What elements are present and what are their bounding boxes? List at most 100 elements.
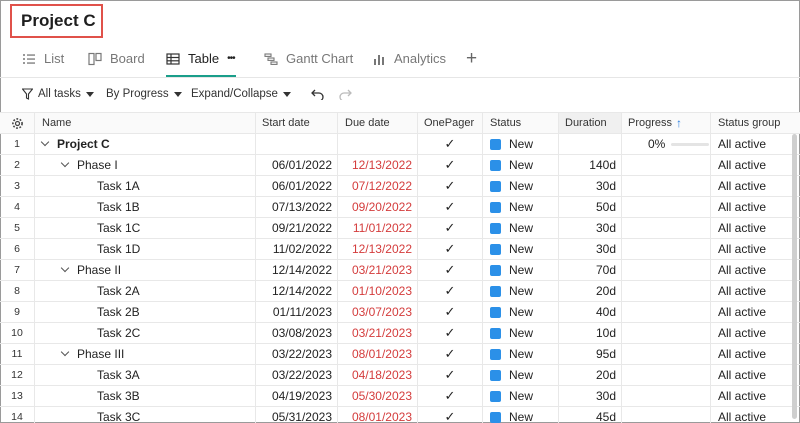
start-date-cell[interactable]: 03/22/2023 [256, 365, 338, 385]
task-name-cell[interactable]: Phase II [35, 260, 256, 280]
status-cell[interactable]: New [483, 407, 559, 423]
duration-cell[interactable]: 20d [559, 281, 622, 301]
tab-table-more-icon[interactable]: ••• [227, 53, 235, 64]
duration-cell[interactable]: 95d [559, 344, 622, 364]
progress-cell[interactable] [622, 239, 711, 259]
duration-cell[interactable]: 10d [559, 323, 622, 343]
task-name-cell[interactable]: Task 1A [35, 176, 256, 196]
column-header-onepager[interactable]: OnePager [418, 113, 483, 133]
due-date-cell[interactable]: 09/20/2022 [338, 197, 418, 217]
undo-button[interactable] [311, 88, 325, 100]
due-date-cell[interactable]: 05/30/2023 [338, 386, 418, 406]
tab-table[interactable]: Table ••• [166, 40, 236, 77]
start-date-cell[interactable]: 12/14/2022 [256, 281, 338, 301]
onepager-checkmark-icon[interactable]: ✓ [418, 407, 483, 423]
status-group-cell[interactable]: All active [711, 134, 800, 154]
onepager-checkmark-icon[interactable]: ✓ [418, 197, 483, 217]
duration-cell[interactable]: 45d [559, 407, 622, 423]
progress-cell[interactable] [622, 302, 711, 322]
task-name-cell[interactable]: Task 1B [35, 197, 256, 217]
status-cell[interactable]: New [483, 281, 559, 301]
table-row[interactable]: 10 Task 2C 03/08/2023 03/21/2023 ✓ New 10d All … [0, 323, 800, 344]
status-cell[interactable]: New [483, 197, 559, 217]
status-group-cell[interactable]: All active [711, 323, 800, 343]
status-cell[interactable]: New [483, 386, 559, 406]
onepager-checkmark-icon[interactable]: ✓ [418, 302, 483, 322]
onepager-checkmark-icon[interactable]: ✓ [418, 260, 483, 280]
progress-cell[interactable] [622, 197, 711, 217]
status-group-cell[interactable]: All active [711, 197, 800, 217]
onepager-checkmark-icon[interactable]: ✓ [418, 365, 483, 385]
progress-cell[interactable] [622, 365, 711, 385]
status-group-cell[interactable]: All active [711, 302, 800, 322]
task-name-cell[interactable]: Task 2B [35, 302, 256, 322]
due-date-cell[interactable]: 12/13/2022 [338, 239, 418, 259]
due-date-cell[interactable]: 12/13/2022 [338, 155, 418, 175]
column-header-start-date[interactable]: Start date [256, 113, 338, 133]
status-cell[interactable]: New [483, 239, 559, 259]
table-row[interactable]: 7 Phase II 12/14/2022 03/21/2023 ✓ New 70d All … [0, 260, 800, 281]
column-settings-button[interactable] [0, 113, 35, 133]
status-group-cell[interactable]: All active [711, 407, 800, 423]
start-date-cell[interactable]: 11/02/2022 [256, 239, 338, 259]
progress-cell[interactable] [622, 176, 711, 196]
table-row[interactable]: 2 Phase I 06/01/2022 12/13/2022 ✓ New 140d All … [0, 155, 800, 176]
tab-gantt[interactable]: Gantt Chart [264, 40, 353, 77]
sort-ascending-icon[interactable]: ↑ [676, 116, 682, 130]
status-group-cell[interactable]: All active [711, 155, 800, 175]
due-date-cell[interactable]: 03/21/2023 [338, 323, 418, 343]
onepager-checkmark-icon[interactable]: ✓ [418, 386, 483, 406]
progress-cell[interactable] [622, 323, 711, 343]
status-cell[interactable]: New [483, 344, 559, 364]
status-cell[interactable]: New [483, 218, 559, 238]
status-cell[interactable]: New [483, 260, 559, 280]
due-date-cell[interactable]: 03/21/2023 [338, 260, 418, 280]
add-tab-icon[interactable]: + [466, 48, 477, 70]
column-header-status[interactable]: Status [483, 113, 559, 133]
duration-cell[interactable]: 30d [559, 239, 622, 259]
onepager-checkmark-icon[interactable]: ✓ [418, 218, 483, 238]
progress-cell[interactable] [622, 344, 711, 364]
duration-cell[interactable] [559, 134, 622, 154]
table-row[interactable]: 12 Task 3A 03/22/2023 04/18/2023 ✓ New 20d All … [0, 365, 800, 386]
tab-list[interactable]: List [22, 40, 64, 77]
duration-cell[interactable]: 140d [559, 155, 622, 175]
onepager-checkmark-icon[interactable]: ✓ [418, 344, 483, 364]
chevron-down-icon[interactable] [60, 347, 70, 357]
due-date-cell[interactable]: 08/01/2023 [338, 344, 418, 364]
status-cell[interactable]: New [483, 155, 559, 175]
duration-cell[interactable]: 40d [559, 302, 622, 322]
start-date-cell[interactable]: 09/21/2022 [256, 218, 338, 238]
redo-button[interactable] [338, 88, 352, 100]
due-date-cell[interactable]: 01/10/2023 [338, 281, 418, 301]
due-date-cell[interactable]: 08/01/2023 [338, 407, 418, 423]
start-date-cell[interactable]: 05/31/2023 [256, 407, 338, 423]
task-name-cell[interactable]: Phase I [35, 155, 256, 175]
table-row[interactable]: 9 Task 2B 01/11/2023 03/07/2023 ✓ New 40d All a… [0, 302, 800, 323]
start-date-cell[interactable]: 06/01/2022 [256, 176, 338, 196]
task-name-cell[interactable]: Project C [35, 134, 256, 154]
column-header-duration[interactable]: Duration [559, 113, 622, 133]
task-name-cell[interactable]: Phase III [35, 344, 256, 364]
group-dropdown[interactable]: By Progress [106, 88, 182, 100]
due-date-cell[interactable]: 07/12/2022 [338, 176, 418, 196]
task-name-cell[interactable]: Task 2C [35, 323, 256, 343]
tab-board[interactable]: Board [88, 40, 145, 77]
column-header-status-group[interactable]: Status group [711, 113, 800, 133]
onepager-checkmark-icon[interactable]: ✓ [418, 155, 483, 175]
status-group-cell[interactable]: All active [711, 260, 800, 280]
status-cell[interactable]: New [483, 302, 559, 322]
onepager-checkmark-icon[interactable]: ✓ [418, 134, 483, 154]
onepager-checkmark-icon[interactable]: ✓ [418, 281, 483, 301]
status-group-cell[interactable]: All active [711, 218, 800, 238]
progress-cell[interactable] [622, 218, 711, 238]
status-group-cell[interactable]: All active [711, 176, 800, 196]
tab-analytics[interactable]: Analytics [372, 40, 446, 77]
onepager-checkmark-icon[interactable]: ✓ [418, 323, 483, 343]
table-row[interactable]: 8 Task 2A 12/14/2022 01/10/2023 ✓ New 20d All a… [0, 281, 800, 302]
onepager-checkmark-icon[interactable]: ✓ [418, 176, 483, 196]
task-name-cell[interactable]: Task 3B [35, 386, 256, 406]
progress-cell[interactable] [622, 407, 711, 423]
column-header-progress[interactable]: Progress ↑ [622, 113, 711, 133]
progress-cell[interactable] [622, 281, 711, 301]
